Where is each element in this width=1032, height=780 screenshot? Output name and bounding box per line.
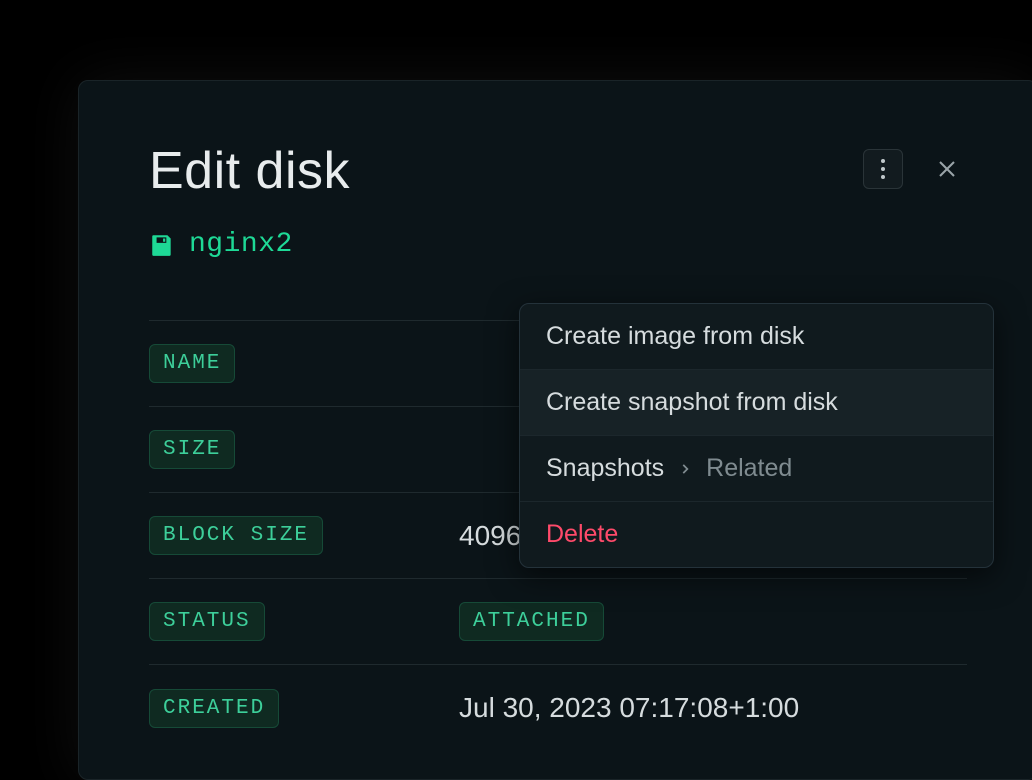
row-status: STATUS ATTACHED [149, 579, 967, 665]
label-size: SIZE [149, 430, 235, 469]
chevron-right-icon [678, 456, 692, 482]
panel-title: Edit disk [149, 141, 350, 201]
menu-create-snapshot[interactable]: Create snapshot from disk [520, 369, 993, 435]
label-block-size: BLOCK SIZE [149, 516, 323, 555]
label-status: STATUS [149, 602, 265, 641]
close-icon [937, 159, 957, 179]
menu-snapshots-related: Related [706, 454, 792, 483]
disk-name: nginx2 [189, 229, 293, 260]
menu-snapshots[interactable]: Snapshots Related [520, 435, 993, 501]
more-vertical-icon [881, 159, 885, 179]
value-status: ATTACHED [459, 602, 604, 641]
disk-icon [149, 232, 175, 258]
menu-create-image[interactable]: Create image from disk [520, 304, 993, 369]
menu-delete[interactable]: Delete [520, 501, 993, 567]
label-created: CREATED [149, 689, 279, 728]
value-created: Jul 30, 2023 07:17:08+1:00 [459, 692, 799, 724]
row-created: CREATED Jul 30, 2023 07:17:08+1:00 [149, 665, 967, 751]
close-button[interactable] [927, 149, 967, 189]
label-name: NAME [149, 344, 235, 383]
more-actions-button[interactable] [863, 149, 903, 189]
value-block-size: 4096 [459, 520, 521, 552]
panel-header: Edit disk [149, 141, 967, 201]
disk-subtitle: nginx2 [149, 229, 967, 260]
menu-snapshots-label: Snapshots [546, 454, 664, 483]
edit-disk-panel: Edit disk nginx2 NAME SIZE BLOCK SIZE 40… [78, 80, 1032, 780]
actions-menu: Create image from disk Create snapshot f… [519, 303, 994, 568]
header-actions [863, 149, 967, 189]
